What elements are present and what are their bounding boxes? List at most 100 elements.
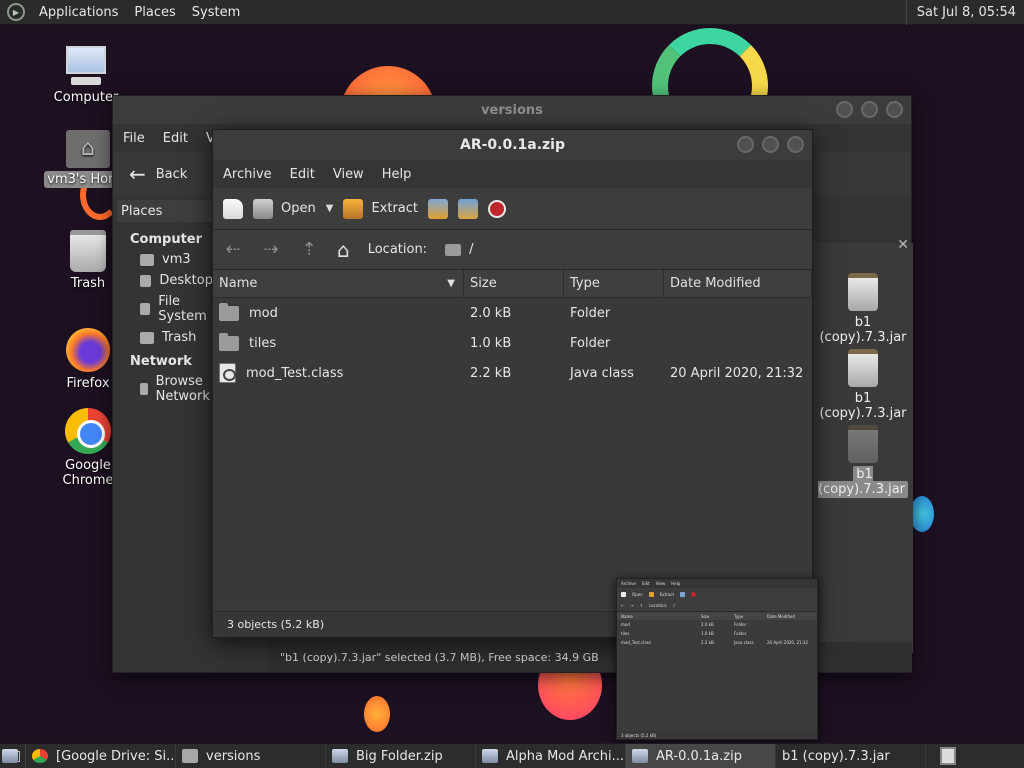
column-header-name[interactable]: Name ▼	[213, 269, 464, 298]
maximize-button[interactable]	[861, 101, 878, 118]
toolbar: Open ▼ Extract	[213, 188, 812, 230]
preview-row: mod_Test.class 2.2 kB Java class 20 Apri…	[617, 638, 817, 647]
class-file-icon	[219, 363, 236, 383]
window-titlebar[interactable]: AR-0.0.1a.zip	[213, 130, 812, 160]
sidebar-item-browse-network[interactable]: Browse Network	[113, 371, 213, 407]
taskbar-item-big-folder[interactable]: Big Folder.zip	[326, 743, 476, 768]
sidebar-item-label: Browse Network	[155, 374, 210, 404]
window-title: versions	[481, 102, 543, 118]
close-button[interactable]	[886, 101, 903, 118]
preview-text: Folder	[734, 622, 747, 627]
close-button[interactable]	[787, 136, 804, 153]
up-arrow-icon[interactable]: ⇡	[299, 239, 319, 260]
maximize-button[interactable]	[762, 136, 779, 153]
clock[interactable]: Sat Jul 8, 05:54	[905, 0, 1024, 25]
file-item[interactable]: b1 (copy).7.3.jar	[815, 273, 911, 345]
open-archive-icon	[253, 198, 273, 219]
stop-icon[interactable]	[488, 199, 506, 218]
extract-icon	[343, 198, 364, 219]
sort-descending-icon: ▼	[447, 278, 455, 289]
menu-view[interactable]: View	[333, 167, 364, 182]
places-menu[interactable]: Places	[126, 5, 183, 20]
archive-icon	[332, 749, 348, 763]
sidebar-item-desktop[interactable]: Desktop	[113, 270, 213, 291]
home-icon[interactable]: ⌂	[337, 238, 350, 262]
taskbar-item-label: versions	[206, 748, 261, 764]
extract-button[interactable]: Extract	[343, 198, 418, 219]
back-button[interactable]: ← Back	[123, 162, 193, 186]
table-row[interactable]: tiles 1.0 kB Folder	[213, 328, 812, 358]
window-titlebar[interactable]: versions	[113, 96, 911, 124]
preview-back-arrow-icon: ←	[621, 603, 625, 608]
system-logo-icon[interactable]: ▶	[7, 3, 25, 21]
menu-archive[interactable]: Archive	[223, 167, 272, 182]
system-menu[interactable]: System	[184, 5, 248, 20]
location-path[interactable]: /	[445, 242, 473, 257]
file-size: 1.0 kB	[470, 335, 512, 351]
open-button[interactable]: Open	[253, 198, 316, 219]
file-name: tiles	[249, 335, 277, 351]
sidebar-item-trash[interactable]: Trash	[113, 327, 213, 348]
taskbar-item-google-drive[interactable]: [Google Drive: Si...	[26, 743, 176, 768]
sidebar-item-label: File System	[158, 294, 207, 324]
sidebar-item-label: Trash	[162, 330, 197, 345]
applications-menu[interactable]: Applications	[31, 5, 126, 20]
home-folder-icon	[66, 130, 110, 168]
column-header-date[interactable]: Date Modified	[664, 269, 812, 298]
menu-edit[interactable]: Edit	[163, 131, 188, 146]
file-item[interactable]: b1 (copy).7.3.jar	[815, 349, 911, 421]
minimize-button[interactable]	[737, 136, 754, 153]
sidebar-item-vm3[interactable]: vm3	[113, 249, 213, 270]
wallpaper-shape	[364, 696, 390, 732]
open-dropdown-icon[interactable]: ▼	[326, 203, 334, 214]
preview-text: Archive	[621, 581, 636, 586]
table-row[interactable]: mod_Test.class 2.2 kB Java class 20 Apri…	[213, 358, 812, 388]
taskbar-item-alpha-mod[interactable]: Alpha Mod Archi...	[476, 743, 626, 768]
preview-text: Size	[701, 613, 710, 619]
file-item-selected[interactable]: b1 (copy).7.3.jar	[815, 425, 911, 498]
taskbar-item-ar-zip[interactable]: AR-0.0.1a.zip	[626, 743, 776, 768]
add-folder-icon[interactable]	[458, 198, 478, 219]
preview-text: Location:	[649, 603, 668, 608]
file-date: 20 April 2020, 21:32	[670, 365, 804, 381]
chrome-icon	[32, 749, 48, 763]
close-icon[interactable]: ✕	[897, 237, 909, 253]
back-arrow-icon: ←	[129, 162, 146, 186]
taskbar-item-label: AR-0.0.1a.zip	[656, 748, 742, 764]
desktop-icon-label: Google Chrome	[62, 458, 114, 488]
sidebar: Computer vm3 Desktop File System Trash N…	[113, 226, 213, 407]
minimize-button[interactable]	[836, 101, 853, 118]
menu-help[interactable]: Help	[382, 167, 412, 182]
folder-icon	[445, 243, 462, 256]
column-label: Date Modified	[670, 276, 761, 291]
back-arrow-icon[interactable]: ⇠	[223, 239, 243, 260]
table-row[interactable]: mod 2.0 kB Folder	[213, 298, 812, 328]
menubar: Archive Edit View Help	[213, 160, 812, 188]
menu-file[interactable]: File	[123, 131, 145, 146]
taskbar-item-versions[interactable]: versions	[176, 743, 326, 768]
firefox-icon	[66, 328, 110, 372]
window-preview-thumbnail[interactable]: Archive Edit View Help Open Extract ← → …	[616, 578, 818, 740]
taskbar-item-label: [Google Drive: Si...	[56, 748, 176, 764]
sidebar-heading-computer: Computer	[130, 232, 203, 247]
preview-row: tiles 1.0 kB Folder	[617, 629, 817, 638]
column-header-type[interactable]: Type	[564, 269, 664, 298]
preview-text: Type	[734, 613, 744, 619]
jar-file-icon	[848, 349, 878, 387]
taskbar-item-b1-jar[interactable]: b1 (copy).7.3.jar	[2, 743, 926, 768]
column-header-size[interactable]: Size	[464, 269, 564, 298]
table-header: Name ▼ Size Type Date Modified	[213, 269, 812, 298]
places-selector[interactable]: Places	[117, 200, 213, 222]
menu-edit[interactable]: Edit	[290, 167, 315, 182]
preview-text: Extract	[659, 591, 675, 597]
workspace-switcher[interactable]	[940, 747, 956, 765]
sidebar-item-label: vm3	[162, 252, 191, 267]
top-panel: ▶ Applications Places System Sat Jul 8, …	[0, 0, 1024, 25]
jar-file-icon	[848, 425, 878, 463]
file-item-label: b1 (copy).7.3.jar	[819, 391, 907, 421]
add-files-icon[interactable]	[428, 198, 448, 219]
sidebar-item-file-system[interactable]: File System	[113, 291, 213, 327]
forward-arrow-icon[interactable]: ⇢	[261, 239, 281, 260]
status-text: "b1 (copy).7.3.jar" selected (3.7 MB), F…	[280, 650, 599, 664]
new-archive-icon[interactable]	[223, 198, 243, 219]
